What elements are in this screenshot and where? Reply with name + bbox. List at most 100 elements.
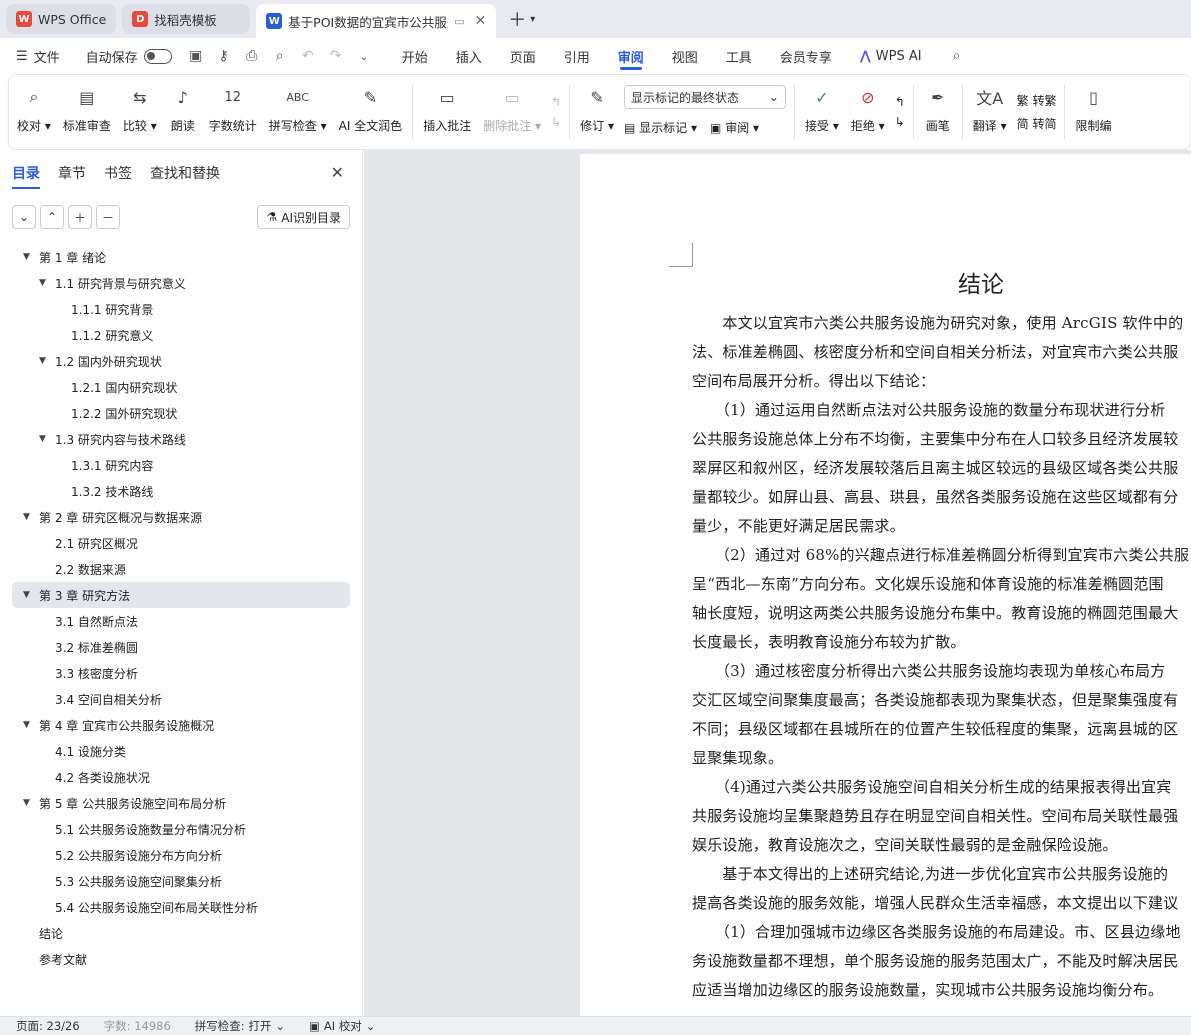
close-icon[interactable]: ✕ bbox=[331, 163, 344, 182]
toc-item[interactable]: 2.1 研究区概况 bbox=[12, 530, 350, 556]
pen-button[interactable]: ✒ 画笔 bbox=[918, 75, 958, 149]
insert-comment-button[interactable]: ▭ 插入批注 bbox=[417, 75, 477, 149]
undo-icon[interactable]: ↶ bbox=[299, 47, 317, 65]
toc-item[interactable]: 5.2 公共服务设施分布方向分析 bbox=[12, 842, 350, 868]
previous-change-icon[interactable]: ↰ bbox=[895, 95, 905, 109]
compare-button[interactable]: ⇆ 比较 ▾ bbox=[117, 75, 163, 149]
tab-sections[interactable]: 章节 bbox=[58, 150, 86, 196]
tab-tools[interactable]: 工具 bbox=[712, 38, 766, 74]
toc-item[interactable]: 1.2.1 国内研究现状 bbox=[12, 374, 350, 400]
file-menu[interactable]: ☰ 文件 bbox=[16, 47, 60, 66]
chevron-down-icon[interactable]: ⌄ bbox=[12, 205, 36, 229]
print-preview-icon[interactable]: ⌕ bbox=[271, 47, 289, 65]
collapse-arrow-icon[interactable]: ▼ bbox=[23, 512, 30, 522]
tab-references[interactable]: 引用 bbox=[550, 38, 604, 74]
tab-wps-office[interactable]: W WPS Office bbox=[6, 4, 117, 34]
chevron-up-icon[interactable]: ⌃ bbox=[40, 205, 64, 229]
wps-ai-button[interactable]: ⋀ WPS AI bbox=[860, 49, 922, 64]
collapse-arrow-icon[interactable]: ▼ bbox=[39, 278, 46, 288]
toc-item[interactable]: ▼ 第 2 章 研究区概况与数据来源 bbox=[12, 504, 350, 530]
tab-bookmarks[interactable]: 书签 bbox=[104, 150, 132, 196]
toc-item[interactable]: ▼ 1.2 国内外研究现状 bbox=[12, 348, 350, 374]
autosave-toggle[interactable] bbox=[143, 48, 172, 64]
toc-item[interactable]: 3.3 核密度分析 bbox=[12, 660, 350, 686]
toc-item[interactable]: 4.1 设施分类 bbox=[12, 738, 350, 764]
collapse-arrow-icon[interactable]: ▼ bbox=[23, 798, 30, 808]
document-page[interactable]: 结论 本文以宜宾市六类公共服务设施为研究对象，使用 ArcGIS 软件中的 法、标… bbox=[580, 154, 1191, 1016]
ai-proof-status[interactable]: ▣ AI 校对 ⌄ bbox=[309, 1018, 375, 1034]
collapse-arrow-icon[interactable]: ▼ bbox=[39, 356, 46, 366]
chevron-down-icon[interactable]: ▾ bbox=[530, 14, 535, 25]
toc-item[interactable]: 2.2 数据来源 bbox=[12, 556, 350, 582]
word-count-status[interactable]: 字数: 14986 bbox=[104, 1018, 171, 1034]
chevron-down-icon[interactable]: ⌄ bbox=[355, 47, 373, 65]
tab-find-replace[interactable]: 查找和替换 bbox=[150, 150, 220, 196]
toc-item[interactable]: 1.3.2 技术路线 bbox=[12, 478, 350, 504]
tab-page[interactable]: 页面 bbox=[496, 38, 550, 74]
review-pane-button[interactable]: ▣ 审阅 ▾ bbox=[710, 119, 759, 136]
reject-button[interactable]: ⊘ 拒绝 ▾ bbox=[845, 75, 891, 149]
toc-item[interactable]: 1.2.2 国外研究现状 bbox=[12, 400, 350, 426]
accept-button[interactable]: ✓ 接受 ▾ bbox=[799, 75, 845, 149]
tab-review[interactable]: 审阅 bbox=[604, 38, 658, 74]
toc-item[interactable]: ▼ 第 4 章 宜宾市公共服务设施概况 bbox=[12, 712, 350, 738]
toc-item[interactable]: ▼ 第 5 章 公共服务设施空间布局分析 bbox=[12, 790, 350, 816]
collapse-arrow-icon[interactable]: ▼ bbox=[23, 590, 30, 600]
toc-item[interactable]: 5.4 公共服务设施空间布局关联性分析 bbox=[12, 894, 350, 920]
to-simplified-button[interactable]: 简 转简 bbox=[1017, 115, 1057, 132]
word-count-button[interactable]: 12 字数统计 bbox=[203, 75, 263, 149]
read-aloud-button[interactable]: ♪ 朗读 bbox=[163, 75, 203, 149]
next-change-icon[interactable]: ↳ bbox=[895, 115, 905, 129]
toc-item[interactable]: 3.4 空间自相关分析 bbox=[12, 686, 350, 712]
tab-docer[interactable]: D 找稻壳模板 bbox=[122, 4, 251, 34]
proofread-button[interactable]: ⌕ 校对 ▾ bbox=[11, 75, 57, 149]
track-changes-button[interactable]: ✎ 修订 ▾ bbox=[574, 75, 620, 149]
toc-item[interactable]: 4.2 各类设施状况 bbox=[12, 764, 350, 790]
toc-item[interactable]: ▼ 1.1 研究背景与研究意义 bbox=[12, 270, 350, 296]
redo-icon[interactable]: ↷ bbox=[327, 47, 345, 65]
toc-item[interactable]: 5.3 公共服务设施空间聚集分析 bbox=[12, 868, 350, 894]
tab-document[interactable]: W 基于POI数据的宜宾市公共服务 ▭ ✕ bbox=[256, 4, 497, 38]
spell-check-button[interactable]: ABC 拼写检查 ▾ bbox=[263, 75, 333, 149]
tab-view[interactable]: 视图 bbox=[658, 38, 712, 74]
close-icon[interactable]: ✕ bbox=[475, 13, 487, 29]
standard-review-button[interactable]: ▤ 标准审查 bbox=[57, 75, 117, 149]
toc-item[interactable]: 结论 bbox=[12, 920, 350, 946]
show-markup-button[interactable]: ▤ 显示标记 ▾ bbox=[624, 119, 697, 136]
toc-item[interactable]: 3.1 自然断点法 bbox=[12, 608, 350, 634]
ai-polish-button[interactable]: ✎ AI 全文润色 bbox=[333, 75, 409, 149]
print-icon[interactable]: ⎙ bbox=[243, 47, 261, 65]
toc-item[interactable]: ▼ 第 3 章 研究方法 bbox=[12, 582, 350, 608]
toc-item[interactable]: 1.3.1 研究内容 bbox=[12, 452, 350, 478]
previous-comment-icon[interactable]: ↰ bbox=[551, 95, 561, 109]
tab-home[interactable]: 开始 bbox=[388, 38, 442, 74]
monitor-icon[interactable]: ▭ bbox=[454, 15, 464, 28]
to-traditional-button[interactable]: 繁 转繁 bbox=[1017, 92, 1057, 109]
ai-toc-button[interactable]: ⚗ AI识别目录 bbox=[257, 205, 350, 229]
toc-item[interactable]: ▼ 第 1 章 绪论 bbox=[12, 244, 350, 270]
translate-button[interactable]: 文A 翻译 ▾ bbox=[967, 75, 1013, 149]
key-icon[interactable]: ⚷ bbox=[215, 47, 233, 65]
save-icon[interactable]: ▣ bbox=[187, 47, 205, 65]
markup-mode-select[interactable]: 显示标记的最终状态 ⌄ bbox=[623, 85, 786, 109]
toc-item[interactable]: ▼ 1.3 研究内容与技术路线 bbox=[12, 426, 350, 452]
restrict-editing-button[interactable]: ▯ 限制编 bbox=[1069, 75, 1117, 149]
next-comment-icon[interactable]: ↳ bbox=[551, 115, 561, 129]
collapse-arrow-icon[interactable]: ▼ bbox=[23, 252, 30, 262]
plus-icon[interactable]: ＋ bbox=[68, 205, 92, 229]
autosave[interactable]: 自动保存 bbox=[86, 47, 172, 66]
page-indicator[interactable]: 页面: 23/26 bbox=[16, 1018, 80, 1034]
tab-toc[interactable]: 目录 bbox=[12, 150, 40, 196]
tab-member[interactable]: 会员专享 bbox=[766, 38, 846, 74]
delete-comment-button[interactable]: ▭ 删除批注 ▾ bbox=[477, 75, 547, 149]
collapse-arrow-icon[interactable]: ▼ bbox=[39, 434, 46, 444]
new-tab-button[interactable]: ＋ ▾ bbox=[508, 4, 535, 34]
toc-item[interactable]: 1.1.2 研究意义 bbox=[12, 322, 350, 348]
tab-insert[interactable]: 插入 bbox=[442, 38, 496, 74]
toc-item[interactable]: 1.1.1 研究背景 bbox=[12, 296, 350, 322]
search-icon[interactable]: ⌕ bbox=[948, 47, 966, 65]
spell-check-status[interactable]: 拼写检查: 打开 ⌄ bbox=[195, 1018, 285, 1034]
minus-icon[interactable]: － bbox=[96, 205, 120, 229]
toc-item[interactable]: 参考文献 bbox=[12, 946, 350, 972]
collapse-arrow-icon[interactable]: ▼ bbox=[23, 720, 30, 730]
